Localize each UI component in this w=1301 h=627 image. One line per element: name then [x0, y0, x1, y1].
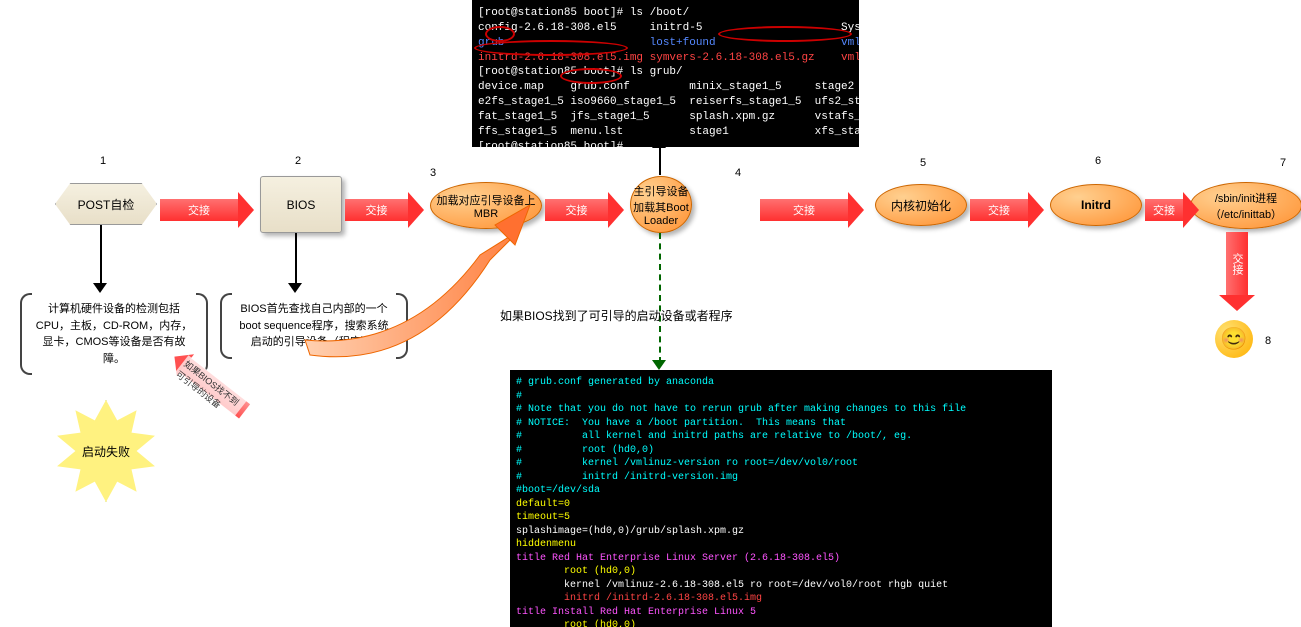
arrow-1-2-label: 交接 — [188, 202, 210, 218]
note-found: 如果BIOS找到了可引导的启动设备或者程序 — [500, 307, 733, 325]
arrow-3-4-label: 交接 — [566, 202, 588, 218]
circle-grub — [485, 26, 515, 42]
arrowhead-post — [93, 283, 107, 293]
num-4: 4 — [735, 167, 741, 179]
arrow-4-5-label: 交接 — [793, 202, 815, 218]
arrow-3-4: 交接 — [545, 192, 624, 228]
arrow-6-7-label: 交接 — [1153, 202, 1175, 218]
num-3: 3 — [430, 167, 436, 179]
node-initrd: Initrd — [1050, 184, 1142, 226]
node-bootloader: 主引导设备加载其Boot Loader — [630, 176, 692, 233]
node-post: POST自检 — [55, 183, 157, 225]
node-post-label: POST自检 — [78, 196, 135, 213]
arrow-7-8: 交接 — [1219, 232, 1255, 311]
num-5: 5 — [920, 157, 926, 169]
arrow-4-5: 交接 — [760, 192, 864, 228]
circle-initrd — [474, 40, 628, 56]
note-bios-text: BIOS首先查找自己内部的一个boot sequence程序，搜索系统启动的引导… — [239, 303, 388, 348]
node-kernel-label: 内核初始化 — [891, 197, 951, 214]
num-2: 2 — [295, 155, 301, 167]
circle-vmlinuz — [718, 26, 852, 42]
node-init-label: /sbin/init进程（/etc/inittab） — [1191, 190, 1301, 222]
smile-icon: 😊 — [1215, 320, 1253, 358]
note-found-text: 如果BIOS找到了可引导的启动设备或者程序 — [500, 309, 733, 323]
arrow-1-2: 交接 — [160, 192, 254, 228]
node-kernel: 内核初始化 — [875, 184, 967, 226]
line-bios-note — [295, 233, 297, 285]
num-6: 6 — [1095, 155, 1101, 167]
arrow-5-6: 交接 — [970, 192, 1044, 228]
terminal-ls-boot: [root@station85 boot]# ls /boot/ config-… — [472, 0, 859, 147]
arrowhead-bios — [288, 283, 302, 293]
line-n4-term2 — [659, 233, 661, 363]
line-post-note — [100, 225, 102, 285]
arrowhead-t2 — [652, 360, 666, 370]
burst-fail: 启动失败 — [55, 400, 157, 502]
arrow-5-6-label: 交接 — [988, 202, 1010, 218]
note-post-text: 计算机硬件设备的检测包括CPU，主板，CD-ROM，内存，显卡，CMOS等设备是… — [36, 303, 192, 365]
arrow-2-3: 交接 — [345, 192, 424, 228]
node-bios-label: BIOS — [287, 198, 316, 212]
num-1: 1 — [100, 155, 106, 167]
node-bootloader-label: 主引导设备加载其Boot Loader — [631, 183, 691, 227]
note-bios: BIOS首先查找自己内部的一个boot sequence程序，搜索系统启动的引导… — [220, 293, 408, 359]
circle-grubconf — [560, 68, 622, 84]
node-mbr: 加载对应引导设备上MBR — [430, 182, 542, 229]
burst-fail-text: 启动失败 — [82, 443, 130, 460]
arrow-2-3-label: 交接 — [366, 202, 388, 218]
arrow-6-7: 交接 — [1145, 192, 1199, 228]
node-mbr-label: 加载对应引导设备上MBR — [431, 192, 541, 220]
node-initrd-label: Initrd — [1081, 198, 1111, 212]
node-init: /sbin/init进程（/etc/inittab） — [1190, 182, 1301, 229]
num-8: 8 — [1265, 335, 1271, 347]
arrow-7-8-label: 交接 — [1229, 253, 1245, 275]
node-bios: BIOS — [260, 176, 342, 233]
num-7: 7 — [1280, 157, 1286, 169]
terminal-grub-conf: # grub.conf generated by anaconda # # No… — [510, 370, 1052, 627]
